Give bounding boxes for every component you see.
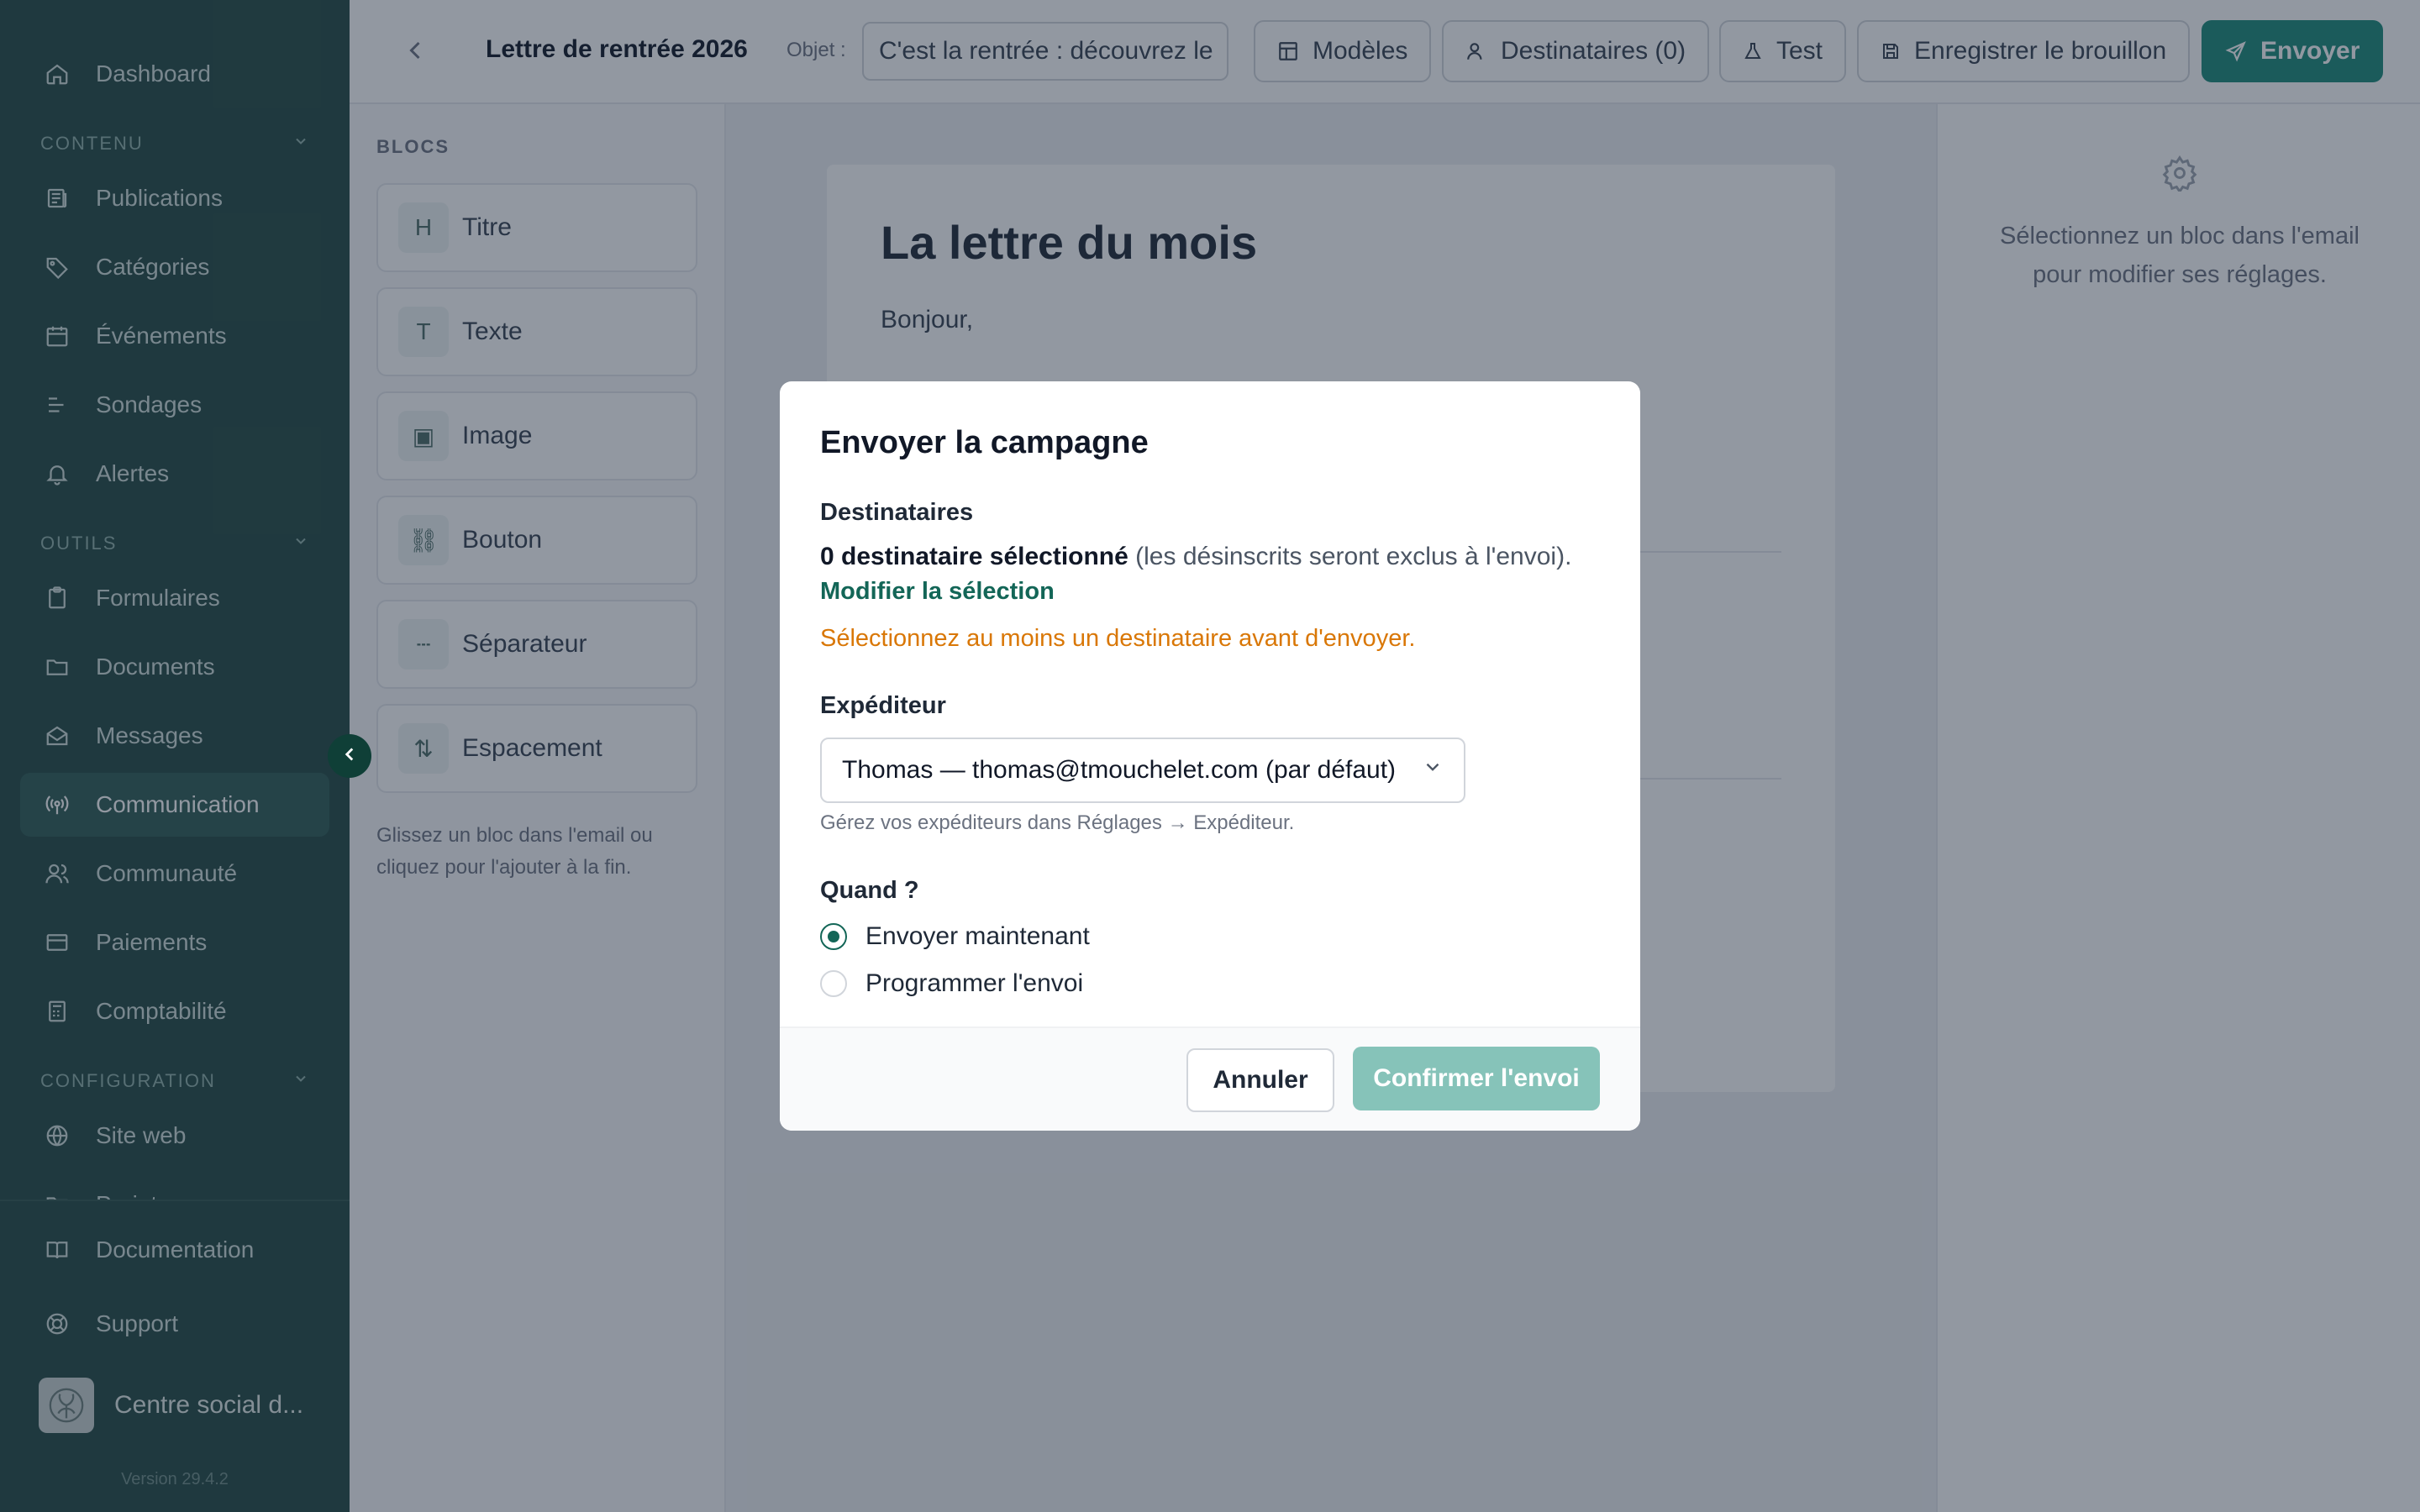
sender-label: Expéditeur bbox=[820, 692, 946, 719]
recipients-summary: 0 destinataire sélectionné (les désinscr… bbox=[820, 543, 1571, 571]
recipients-count: 0 destinataire sélectionné bbox=[820, 543, 1128, 570]
dialog-title: Envoyer la campagne bbox=[820, 425, 1149, 460]
when-label: Quand ? bbox=[820, 877, 919, 904]
modify-selection-link[interactable]: Modifier la sélection bbox=[820, 578, 1055, 606]
recipients-note: (les désinscrits seront exclus à l'envoi… bbox=[1135, 543, 1572, 570]
radio-checked[interactable] bbox=[820, 923, 847, 950]
sender-select[interactable]: Thomas — thomas@tmouchelet.com (par défa… bbox=[820, 738, 1465, 803]
cancel-button[interactable]: Annuler bbox=[1186, 1048, 1334, 1112]
radio-unchecked[interactable] bbox=[820, 970, 847, 997]
sender-selected-value: Thomas — thomas@tmouchelet.com (par défa… bbox=[842, 756, 1397, 784]
send-campaign-dialog: Envoyer la campagne Destinataires 0 dest… bbox=[780, 381, 1640, 1131]
collapse-sidebar-button[interactable] bbox=[328, 734, 371, 778]
sender-help-text: Gérez vos expéditeurs dans Réglages → Ex… bbox=[820, 811, 1295, 834]
recipients-warning: Sélectionnez au moins un destinataire av… bbox=[820, 625, 1416, 652]
chevron-down-icon bbox=[1422, 756, 1444, 785]
radio-send-now[interactable]: Envoyer maintenant bbox=[820, 922, 1090, 951]
radio-schedule[interactable]: Programmer l'envoi bbox=[820, 969, 1083, 998]
dialog-footer: Annuler Confirmer l'envoi bbox=[780, 1026, 1640, 1131]
chevron-left-icon bbox=[339, 743, 360, 769]
confirm-send-button[interactable]: Confirmer l'envoi bbox=[1353, 1047, 1600, 1110]
recipients-label: Destinataires bbox=[820, 499, 974, 526]
